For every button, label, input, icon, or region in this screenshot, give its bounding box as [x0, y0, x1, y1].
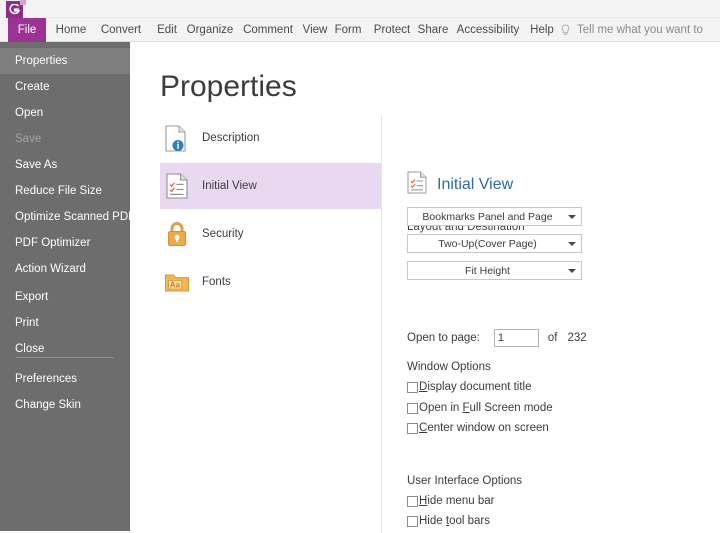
sidebar-item-properties[interactable]: Properties — [0, 48, 130, 74]
sidebar-item-export[interactable]: Export — [0, 284, 130, 310]
panel-heading-label: Initial View — [437, 176, 514, 193]
fonts-folder-icon: Aa — [164, 267, 190, 297]
menu-organize[interactable]: Organize — [182, 18, 238, 42]
sidebar-item-optimize-scanned-pdf[interactable]: Optimize Scanned PDF — [0, 204, 135, 230]
checkbox-hide-tool-bars[interactable]: Hide tool bars — [407, 515, 490, 527]
category-initial-view[interactable]: Initial View — [160, 163, 381, 209]
checkbox-box[interactable] — [407, 381, 418, 393]
sidebar-item-create[interactable]: Create — [0, 74, 130, 100]
chevron-down-icon[interactable] — [563, 241, 581, 246]
menu-accessibility[interactable]: Accessibility — [452, 18, 524, 42]
menu-share[interactable]: Share — [412, 18, 454, 42]
content-area: Properties Description Initial View Securi… — [130, 42, 720, 533]
application-window: File Home Convert Edit Organize Comment View Fo… — [0, 0, 720, 533]
checklist-doc-icon — [407, 171, 427, 199]
open-to-page-input[interactable] — [493, 329, 539, 347]
total-pages: 232 — [567, 332, 587, 344]
sidebar-item-save: Save — [15, 133, 42, 145]
tell-me-search[interactable]: Tell me what you want to — [560, 18, 720, 42]
sidebar-item-change-skin[interactable]: Change Skin — [0, 392, 130, 418]
category-label: Fonts — [202, 276, 231, 288]
category-label: Initial View — [202, 180, 257, 192]
checkbox-box[interactable] — [407, 422, 418, 434]
tell-me-placeholder: Tell me what you want to — [577, 24, 703, 36]
ui-options-label: User Interface Options — [407, 475, 523, 487]
logo-tab-decoration — [20, 0, 26, 5]
category-label: Security — [202, 228, 244, 240]
menu-edit[interactable]: Edit — [150, 18, 184, 42]
sidebar-item-action-wizard[interactable]: Action Wizard — [0, 256, 130, 282]
checkbox-label: Hide tool bars — [419, 515, 490, 527]
title-bar — [0, 0, 720, 18]
checkbox-center-window[interactable]: Center window on screen — [407, 422, 549, 434]
sidebar-item-reduce-file-size[interactable]: Reduce File Size — [0, 178, 130, 204]
sidebar-item-preferences[interactable]: Preferences — [0, 366, 130, 392]
sidebar-item-close[interactable]: Close — [0, 336, 130, 362]
checkbox-label: Open in Full Screen mode — [419, 402, 553, 414]
file-menu-sidebar: Properties Create Open Save Save As Reduce Fi… — [0, 42, 135, 531]
checklist-doc-icon — [164, 171, 190, 201]
window-options-label: Window Options — [407, 361, 491, 373]
panel-divider — [381, 115, 382, 533]
checkbox-label: Display document title — [419, 381, 532, 393]
panel-heading: Initial View — [407, 171, 513, 199]
magnification-select[interactable]: Fit Height — [407, 261, 582, 280]
checkbox-label: Center window on screen — [419, 422, 549, 434]
menu-convert[interactable]: Convert — [94, 18, 148, 42]
category-label: Description — [202, 132, 260, 144]
checkbox-box[interactable] — [407, 402, 418, 414]
menu-home[interactable]: Home — [50, 18, 92, 42]
chevron-down-icon[interactable] — [563, 268, 581, 273]
padlock-icon — [164, 219, 190, 249]
checkbox-hide-menu-bar[interactable]: Hide menu bar — [407, 495, 494, 507]
category-security[interactable]: Security — [160, 211, 381, 257]
sidebar-separator — [16, 357, 114, 358]
document-info-icon — [164, 123, 190, 153]
svg-text:Aa: Aa — [170, 281, 181, 290]
sidebar-item-pdf-optimizer[interactable]: PDF Optimizer — [0, 230, 130, 256]
navigation-tab-select[interactable]: Bookmarks Panel and Page — [407, 207, 582, 226]
page-layout-select[interactable]: Two-Up(Cover Page) — [407, 234, 582, 253]
menu-protect[interactable]: Protect — [368, 18, 416, 42]
sidebar-item-open[interactable]: Open — [0, 100, 130, 126]
category-fonts[interactable]: Aa Fonts — [160, 259, 381, 305]
checkbox-box[interactable] — [407, 515, 418, 527]
dropdown-value: Bookmarks Panel and Page — [422, 210, 553, 223]
sidebar-item-save-as[interactable]: Save As — [0, 152, 130, 178]
menu-bar: File Home Convert Edit Organize Comment View Fo… — [0, 18, 720, 42]
dropdown-value: Two-Up(Cover Page) — [438, 237, 537, 250]
sidebar-item-print[interactable]: Print — [0, 310, 130, 336]
lightbulb-icon — [561, 24, 570, 35]
menu-file[interactable]: File — [8, 18, 46, 42]
checkbox-box[interactable] — [407, 495, 418, 507]
page-title: Properties — [160, 70, 297, 103]
open-to-page-row: Open to page: of 232 — [407, 329, 587, 347]
menu-comment[interactable]: Comment — [238, 18, 298, 42]
open-to-page-label: Open to page: — [407, 332, 480, 344]
dropdown-value: Fit Height — [465, 264, 510, 277]
checkbox-display-document-title[interactable]: Display document title — [407, 381, 532, 393]
category-description[interactable]: Description — [160, 115, 381, 161]
chevron-down-icon[interactable] — [563, 214, 581, 219]
of-label: of — [547, 332, 558, 344]
checkbox-label: Hide menu bar — [419, 495, 495, 507]
checkbox-open-full-screen[interactable]: Open in Full Screen mode — [407, 402, 553, 414]
menu-form[interactable]: Form — [328, 18, 368, 42]
menu-help[interactable]: Help — [524, 18, 560, 42]
